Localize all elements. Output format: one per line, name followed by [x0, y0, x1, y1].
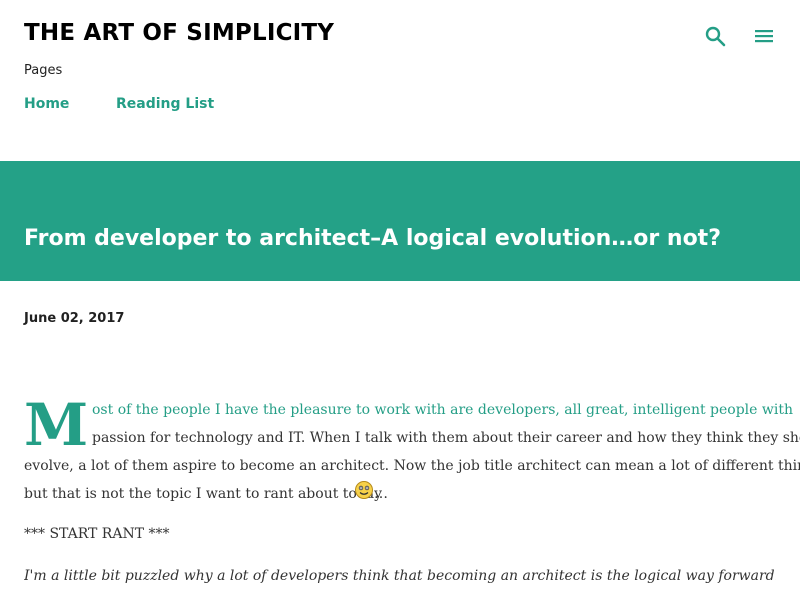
rant-start-marker: *** START RANT *** [24, 526, 170, 542]
nav-link-home[interactable]: Home [24, 96, 69, 112]
body-line-2: passion for technology and IT. When I ta… [92, 430, 800, 446]
drop-cap-letter: M [24, 391, 89, 459]
body-line-3: evolve, a lot of them aspire to become a… [24, 458, 800, 474]
post-title-banner [0, 161, 800, 281]
body-line-4-ellipsis: … [374, 486, 388, 502]
post-title: From developer to architect–A logical ev… [24, 226, 721, 251]
menu-button[interactable] [752, 24, 778, 50]
search-icon [705, 26, 726, 47]
smiley-emoticon [355, 481, 373, 499]
body-line-1: ost of the people I have the pleasure to… [92, 402, 793, 418]
nav-link-reading-list[interactable]: Reading List [116, 96, 214, 112]
search-button[interactable] [703, 24, 729, 50]
blog-title[interactable]: THE ART OF SIMPLICITY [24, 20, 334, 46]
italic-paragraph: I'm a little bit puzzled why a lot of de… [24, 568, 776, 584]
pages-label: Pages [24, 63, 63, 78]
body-line-4: but that is not the topic I want to rant… [24, 486, 383, 502]
hamburger-menu-icon [755, 30, 773, 43]
first-paragraph: M ost of the people I have the pleasure … [24, 391, 800, 504]
post-body: M ost of the people I have the pleasure … [24, 391, 800, 584]
blog-header: THE ART OF SIMPLICITY Pages Home Reading… [0, 0, 800, 161]
post-date[interactable]: June 02, 2017 [24, 311, 124, 326]
